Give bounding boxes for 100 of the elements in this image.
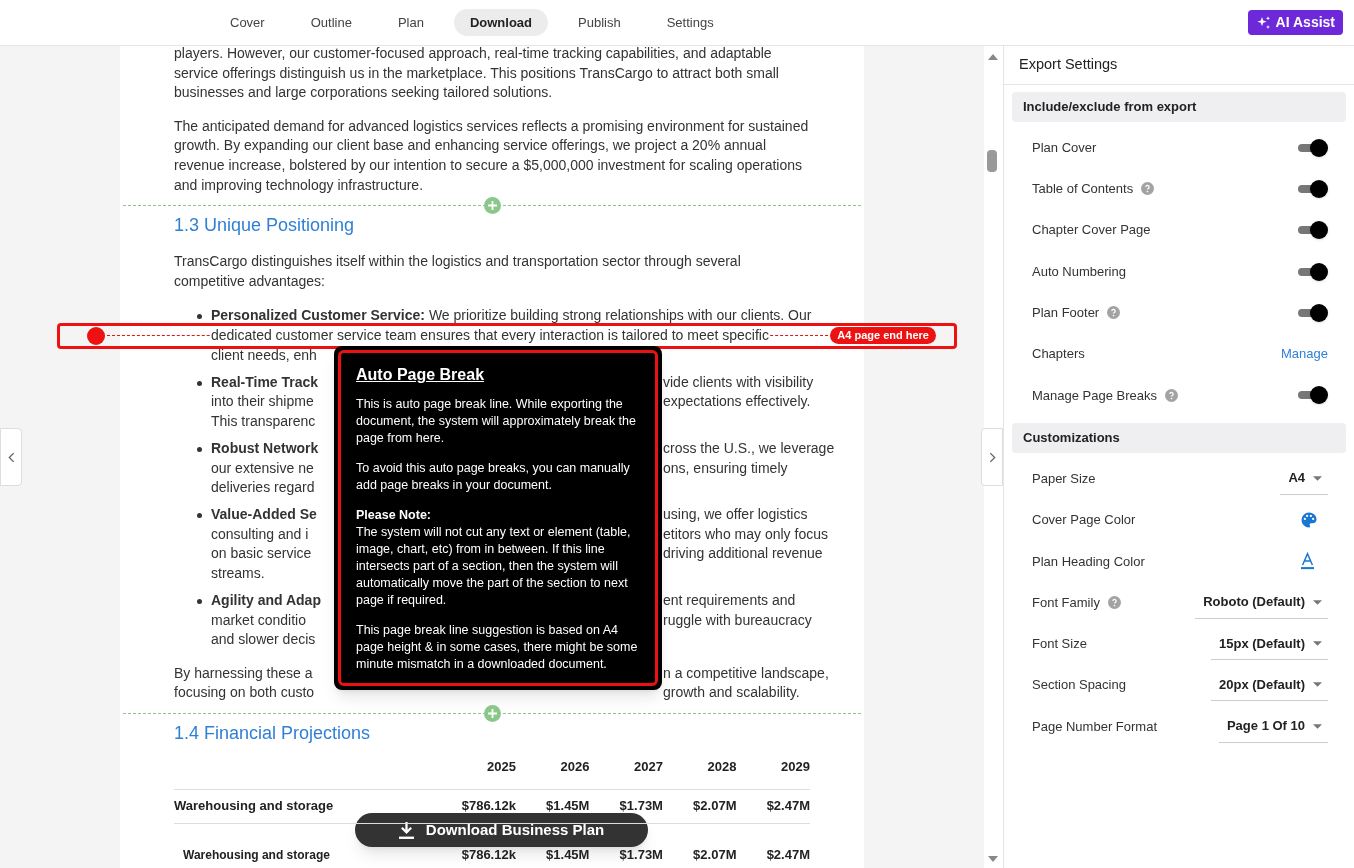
setting-label: Plan Footer — [1032, 304, 1100, 323]
download-button[interactable]: Download Business Plan — [355, 813, 648, 847]
text-fragment: streams. — [211, 564, 265, 581]
setting-label: Chapters — [1032, 345, 1085, 364]
section-heading: 1.3 Unique Positioning — [174, 214, 356, 238]
table-cell: $1.73M — [619, 847, 663, 863]
toggle-switch[interactable] — [1298, 386, 1328, 405]
setting-label: Auto Numbering — [1032, 262, 1126, 281]
text-fragment: client needs, enh — [211, 346, 317, 363]
chevron-right-icon — [988, 451, 996, 463]
table-cell: $2.47M — [766, 798, 810, 814]
bullet-title: Value-Added Se — [211, 506, 317, 523]
text-fragment: expectations effectively. — [663, 392, 811, 412]
manage-link[interactable]: Manage — [1281, 344, 1328, 364]
table-cell: $2.07M — [693, 847, 737, 863]
bullet-title: Agility and Adap — [211, 592, 321, 609]
text-fragment: on basic service — [211, 545, 312, 562]
nav-tab[interactable]: Settings — [650, 9, 730, 36]
nav-tab[interactable]: Plan — [381, 9, 440, 36]
tooltip-text: This page break line suggestion is based on A4 page height & in some cases, there might be some minute mismatch in a downloaded document. — [356, 622, 639, 674]
nav-tab[interactable]: Download — [453, 9, 549, 36]
table-cell: $786.12k — [461, 847, 516, 863]
setting-label: Plan Heading Color — [1032, 552, 1145, 571]
setting-label: Plan Cover — [1032, 138, 1097, 157]
column-header: 2026 — [515, 753, 590, 790]
table-cell: $1.45M — [546, 798, 590, 814]
panel-title: Export Settings — [1004, 46, 1354, 85]
text-fragment: deliveries regard — [211, 479, 315, 496]
table-cell: $1.73M — [619, 798, 663, 814]
setting-label: Chapter Cover Page — [1032, 221, 1151, 240]
tooltip-text: To avoid this auto page breaks, you can manually add page breaks in your document. — [356, 460, 631, 495]
dropdown-select[interactable]: Page 1 Of 10 — [1218, 710, 1328, 743]
caret-icon — [1313, 640, 1322, 646]
text-fragment: vide clients with visibility — [663, 372, 814, 392]
toggle-switch[interactable] — [1298, 262, 1328, 281]
nav-tab[interactable]: Outline — [294, 9, 368, 36]
text-fragment: driving additional revenue — [663, 544, 823, 564]
toggle-switch[interactable] — [1298, 221, 1328, 240]
help-icon[interactable] — [1141, 182, 1155, 196]
setting-label: Section Spacing — [1032, 676, 1126, 695]
page-end-badge: A4 page end here — [830, 327, 936, 345]
text-fragment: ruggle with bureaucracy — [663, 610, 812, 630]
text-fragment: etitors who may only focus — [663, 524, 828, 544]
dropdown-select[interactable]: 20px (Default) — [1211, 668, 1328, 702]
bullet-title: Personalized Customer Service: — [211, 307, 425, 324]
text-fragment: cross the U.S., we leverage — [663, 438, 835, 458]
text-fragment: growth and scalability. — [663, 683, 800, 703]
palette-icon[interactable] — [1300, 511, 1318, 529]
text-fragment: focusing on both custo — [174, 684, 315, 701]
bullet-title: Real-Time Track — [211, 373, 319, 390]
text-fragment: This transparenc — [211, 412, 316, 429]
column-header: 2028 — [662, 753, 737, 790]
text-fragment: ons, ensuring timely — [663, 458, 788, 478]
text-fragment: By harnessing these a — [174, 664, 313, 681]
dropdown-select[interactable]: A4 — [1280, 462, 1328, 495]
tooltip-title: Auto Page Break — [356, 365, 486, 386]
scrollbar-thumb[interactable] — [987, 150, 997, 172]
nav-tab[interactable]: Cover — [214, 9, 281, 36]
text-fragment: n a competitive landscape, — [663, 663, 829, 683]
scroll-up-icon[interactable] — [988, 54, 998, 60]
chevron-left-icon — [7, 451, 15, 463]
setting-label: Font Family — [1032, 593, 1100, 612]
row-label: Warehousing and storage — [174, 798, 334, 814]
setting-label: Paper Size — [1032, 469, 1096, 488]
text-fragment: We prioritize building strong relationships with our clients. Our — [428, 307, 812, 324]
text-fragment: ent requirements and — [663, 591, 796, 611]
dropdown-select[interactable]: 15px (Default) — [1211, 627, 1328, 661]
setting-label: Page Number Format — [1032, 717, 1157, 736]
caret-icon — [1313, 723, 1322, 729]
caret-icon — [1313, 599, 1322, 605]
text-color-icon[interactable] — [1301, 552, 1314, 571]
section-heading: 1.4 Financial Projections — [174, 722, 372, 746]
column-header: 2027 — [589, 753, 663, 790]
help-icon[interactable] — [1165, 388, 1179, 402]
section-header: Customizations — [1012, 423, 1346, 454]
tooltip-text: Please Note: The system will not cut any text or element (table, image, chart, etc) from in between. If this line intersects part of a section, then the system will automatically move the part of the section to next page if required. — [356, 507, 632, 610]
paragraph: players. However, our customer-focused approach, real-time tracking capabilities, and adaptable service offerings distinguish us in the marketplace. This positions TransCargo to attract both small businesses and large corporations seeking tailored solutions. — [174, 46, 780, 103]
help-icon[interactable] — [1107, 596, 1121, 610]
nav-tab[interactable]: Publish — [562, 9, 637, 36]
toggle-switch[interactable] — [1298, 179, 1328, 198]
add-section-icon[interactable] — [483, 196, 501, 214]
add-section-icon[interactable] — [483, 704, 501, 722]
setting-label: Cover Page Color — [1032, 511, 1136, 530]
table-cell: $2.47M — [766, 847, 810, 863]
ai-assist-button[interactable]: AI Assist — [1247, 10, 1343, 35]
dropdown-select[interactable]: Roboto (Default) — [1195, 586, 1328, 619]
text-fragment: dedicated customer service team ensures that every interaction is tailored to meet specific — [211, 326, 769, 343]
toggle-switch[interactable] — [1298, 303, 1328, 322]
paragraph: The anticipated demand for advanced logistics services reflects a promising environment for sustained growth. By expanding our client base and enhancing service offerings, we project a 20% annual revenue increase, bolstered by our intention to secure a $5,000,000 investment for scaling operations and improving technology infrastructure. — [174, 116, 810, 195]
text-fragment: consulting and i — [211, 525, 309, 542]
text-fragment: into their shipme — [211, 393, 314, 410]
help-icon[interactable] — [1107, 306, 1121, 320]
toggle-switch[interactable] — [1298, 138, 1328, 157]
table-cell: $786.12k — [461, 798, 516, 814]
download-icon — [398, 821, 414, 839]
scroll-down-icon[interactable] — [988, 856, 998, 862]
paragraph: TransCargo distinguishes itself within the logistics and transportation sector through several competitive advantages: — [174, 252, 742, 291]
table-cell: $2.07M — [693, 798, 737, 814]
text-fragment: and slower decis — [211, 631, 316, 648]
text-fragment: market conditio — [211, 611, 306, 628]
